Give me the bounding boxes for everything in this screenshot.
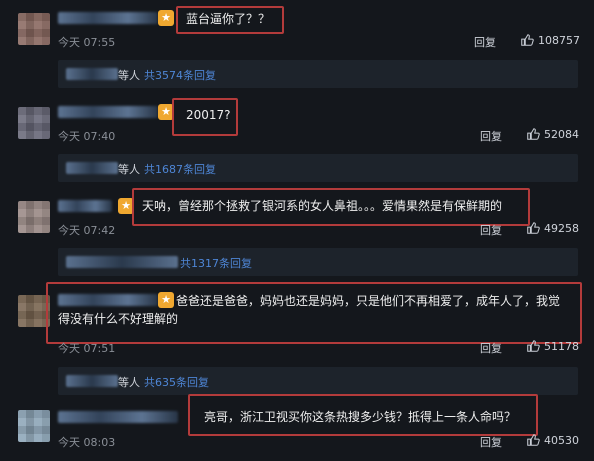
sub-reply-count-link[interactable]: 共635条回复 [144, 374, 209, 390]
thumbs-up-icon[interactable] [526, 339, 540, 353]
comment-text: 蓝台逼你了？？ [186, 12, 271, 26]
comment-time: 今天 07:51 [58, 342, 116, 355]
sub-replies-panel[interactable]: 等人 共3574条回复 [58, 60, 578, 88]
reply-button[interactable]: 回复 [480, 434, 502, 450]
like-count: 51178 [544, 340, 579, 353]
like-count: 52084 [544, 128, 579, 141]
sub-reply-names-blurred [66, 68, 118, 80]
sub-reply-names-blurred [66, 375, 118, 387]
avatar[interactable] [18, 13, 50, 45]
thumbs-up-icon[interactable] [520, 33, 534, 47]
like-count: 49258 [544, 222, 579, 235]
sub-reply-etc: 等人 [118, 69, 140, 82]
reply-button[interactable]: 回复 [474, 34, 496, 50]
comment-item: ★ 蓝台逼你了？？ 今天 07:55 回复 108757 等人 共3574条回复 [0, 0, 594, 94]
thumbs-up-icon[interactable] [526, 127, 540, 141]
sub-replies-panel[interactable]: 共1317条回复 [58, 248, 578, 276]
comment-text: 天呐，曾经那个拯救了银河系的女人鼻祖。。。爱情果然是有保鲜期的 [142, 199, 503, 213]
sub-reply-etc: 等人 [118, 163, 140, 176]
username-blurred[interactable] [58, 200, 112, 212]
username-blurred[interactable] [58, 12, 158, 24]
comment-text: 亮哥，浙江卫视买你这条热搜多少钱？抵得上一条人命吗？ [204, 410, 517, 424]
reply-button[interactable]: 回复 [480, 222, 502, 238]
sub-reply-count-link[interactable]: 共1687条回复 [144, 161, 216, 177]
comment-text: 20017? [186, 108, 231, 122]
avatar[interactable] [18, 410, 50, 442]
reply-button[interactable]: 回复 [480, 340, 502, 356]
comment-item: ★ 20017? 今天 07:40 回复 52084 等人 共1687条回复 [0, 94, 594, 188]
sub-replies-panel[interactable]: 等人 共1687条回复 [58, 154, 578, 182]
username-blurred[interactable] [58, 411, 178, 423]
comment-time: 今天 08:03 [58, 436, 116, 449]
thumbs-up-icon[interactable] [526, 221, 540, 235]
comment-time: 今天 07:42 [58, 224, 116, 237]
comment-item: 亮哥，浙江卫视买你这条热搜多少钱？抵得上一条人命吗？ 今天 08:03 回复 4… [0, 394, 594, 461]
thumbs-up-icon[interactable] [526, 433, 540, 447]
comment-item: ★ 天呐，曾经那个拯救了银河系的女人鼻祖。。。爱情果然是有保鲜期的 今天 07:… [0, 188, 594, 282]
sub-reply-count-link[interactable]: 共3574条回复 [144, 67, 216, 83]
sub-reply-count-link[interactable]: 共1317条回复 [180, 255, 252, 271]
avatar[interactable] [18, 201, 50, 233]
sub-replies-panel[interactable]: 等人 共635条回复 [58, 367, 578, 395]
avatar[interactable] [18, 107, 50, 139]
comment-text: 爸爸还是爸爸，妈妈也还是妈妈，只是他们不再相爱了，成年人了，我觉得没有什么不好理… [58, 294, 561, 326]
comment-time: 今天 07:40 [58, 130, 116, 143]
vip-badge-icon: ★ [158, 10, 174, 26]
sub-reply-names-blurred [66, 162, 118, 174]
comment-item: ★ 爸爸还是爸爸，妈妈也还是妈妈，只是他们不再相爱了，成年人了，我觉得没有什么不… [0, 282, 594, 395]
reply-button[interactable]: 回复 [480, 128, 502, 144]
comment-time: 今天 07:55 [58, 36, 116, 49]
username-blurred[interactable] [58, 106, 158, 118]
like-count: 108757 [538, 34, 580, 47]
sub-reply-names-blurred [66, 256, 178, 268]
sub-reply-etc: 等人 [118, 376, 140, 389]
like-count: 40530 [544, 434, 579, 447]
